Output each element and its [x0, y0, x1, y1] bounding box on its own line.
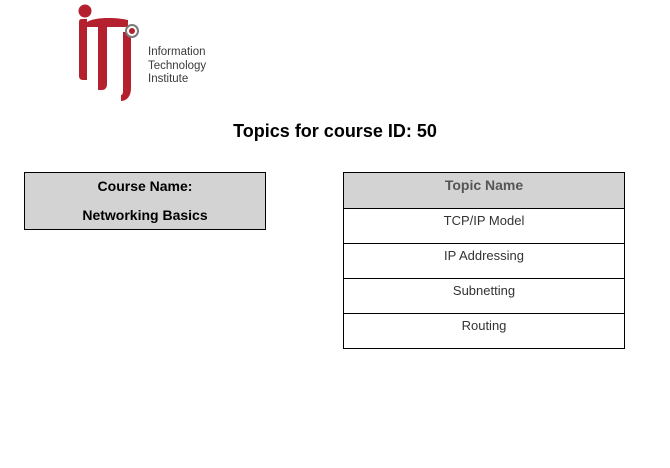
iti-logo: Information Technology Institute: [76, 2, 226, 102]
topics-table: Topic Name TCP/IP Model IP Addressing Su…: [343, 172, 625, 349]
table-row: TCP/IP Model: [343, 208, 625, 244]
table-row: Routing: [343, 313, 625, 349]
topic-cell: TCP/IP Model: [343, 208, 625, 244]
topic-name-header: Topic Name: [343, 172, 625, 209]
course-name-label: Course Name:: [97, 178, 193, 194]
logo-wordmark: Information Technology Institute: [148, 46, 206, 87]
table-row: Subnetting: [343, 278, 625, 314]
course-name-value: Networking Basics: [82, 207, 208, 223]
table-row: IP Addressing: [343, 243, 625, 279]
logo-line-technology: Technology: [148, 59, 207, 72]
course-info-box: Course Name: Networking Basics: [24, 172, 266, 230]
logo-line-information: Information: [148, 46, 206, 58]
iti-logo-mark-icon: [78, 4, 139, 101]
topic-cell: IP Addressing: [343, 243, 625, 279]
table-header-row: Topic Name: [343, 172, 625, 209]
topic-cell: Subnetting: [343, 278, 625, 314]
topic-cell: Routing: [343, 313, 625, 349]
page-title: Topics for course ID: 50: [233, 121, 437, 141]
logo-line-institute: Institute: [148, 73, 189, 85]
